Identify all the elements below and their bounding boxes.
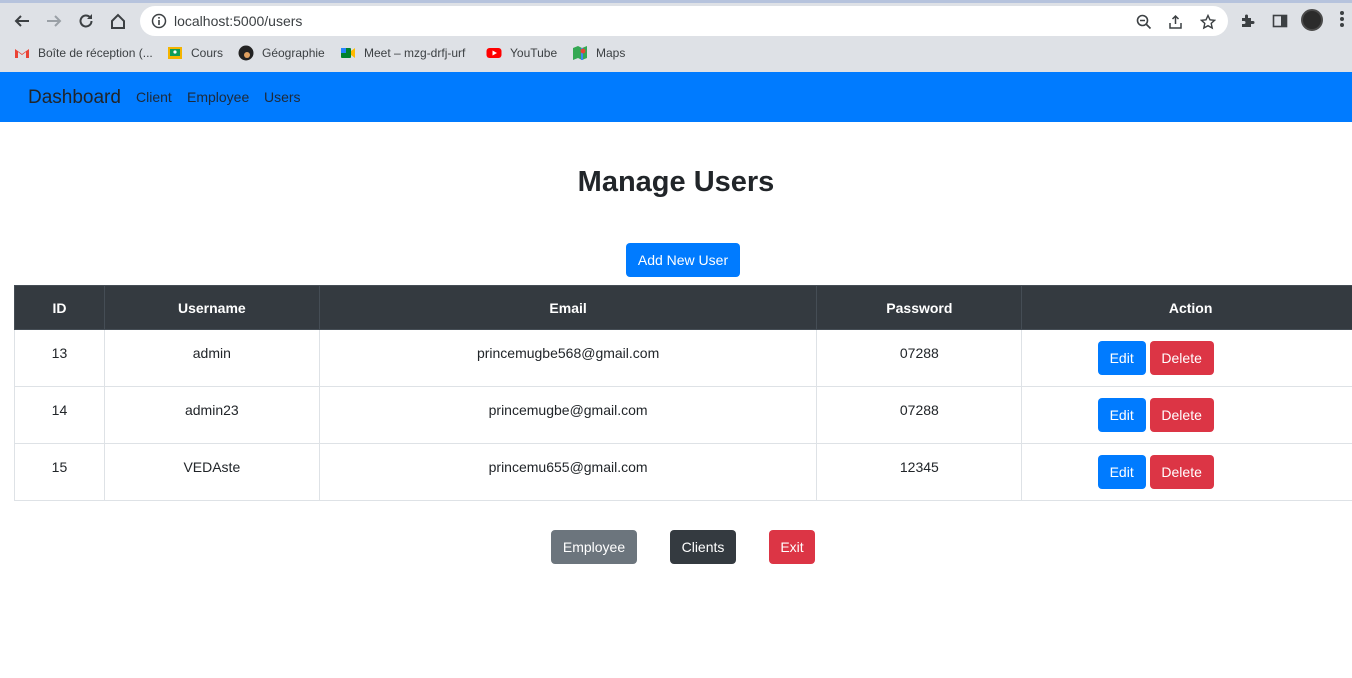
column-header-username: Username (103, 285, 320, 330)
bookmark-youtube[interactable]: YouTube (486, 44, 557, 62)
bookmark-label: Maps (596, 46, 626, 60)
window-accent (0, 0, 1352, 3)
url-text: localhost:5000/users (174, 13, 303, 29)
cell-username: admin23 (103, 386, 320, 444)
cell-email: princemugbe568@gmail.com (318, 329, 818, 387)
bookmark-meet[interactable]: Meet – mzg-drfj-urf (340, 44, 465, 62)
cell-id: 15 (14, 443, 105, 501)
bookmark-label: YouTube (510, 46, 558, 60)
table-row: 13 admin princemugbe568@gmail.com 07288 … (14, 329, 1352, 387)
cell-actions: Edit Delete (1021, 386, 1352, 444)
back-icon[interactable] (9, 8, 35, 34)
bookmark-label: Meet – mzg-drfj-urf (364, 46, 466, 60)
classroom-icon (167, 45, 183, 61)
cell-username: admin (103, 329, 320, 387)
cell-id: 13 (14, 329, 105, 387)
bookmark-label: Géographie (262, 46, 325, 60)
edit-button[interactable]: Edit (1097, 341, 1146, 375)
browser-chrome: localhost:5000/users Boîte de réception … (0, 0, 1352, 72)
nav-link-client[interactable]: Client (136, 89, 172, 105)
delete-button[interactable]: Delete (1149, 455, 1214, 489)
bookmark-gmail[interactable]: Boîte de réception (... (14, 44, 153, 62)
site-info-icon[interactable] (151, 13, 167, 34)
bookmark-maps[interactable]: Maps (572, 44, 625, 62)
app-navbar: Dashboard Client Employee Users (0, 72, 1352, 122)
cell-password: 07288 (816, 386, 1023, 444)
column-header-email: Email (318, 285, 818, 330)
nav-link-employee[interactable]: Employee (187, 89, 249, 105)
side-panel-icon[interactable] (1269, 10, 1291, 32)
share-icon[interactable] (1166, 12, 1186, 32)
address-bar[interactable]: localhost:5000/users (140, 6, 1228, 36)
cell-username: VEDAste (103, 443, 320, 501)
navbar-brand[interactable]: Dashboard (28, 87, 121, 109)
reload-icon[interactable] (73, 8, 99, 34)
column-header-id: ID (14, 285, 105, 330)
youtube-icon (486, 45, 502, 61)
bookmark-label: Boîte de réception (... (38, 46, 153, 60)
delete-button[interactable]: Delete (1149, 341, 1214, 375)
profile-avatar[interactable] (1301, 9, 1323, 31)
edit-button[interactable]: Edit (1097, 455, 1146, 489)
bookmark-label: Cours (191, 46, 224, 60)
zoom-icon[interactable] (1134, 12, 1154, 32)
edit-button[interactable]: Edit (1097, 398, 1146, 432)
gmail-icon (14, 45, 30, 61)
page-title: Manage Users (577, 166, 775, 198)
delete-button[interactable]: Delete (1149, 398, 1214, 432)
cell-id: 14 (14, 386, 105, 444)
nav-link-users[interactable]: Users (264, 89, 301, 105)
table-header-row: ID Username Email Password Action (14, 285, 1352, 330)
forward-icon[interactable] (41, 8, 67, 34)
users-table: ID Username Email Password Action 13 adm… (14, 285, 1352, 501)
bookmark-geographie[interactable]: Géographie (238, 44, 325, 62)
exit-button[interactable]: Exit (769, 530, 815, 564)
maps-icon (572, 45, 588, 61)
cell-password: 12345 (816, 443, 1023, 501)
cell-email: princemu655@gmail.com (318, 443, 818, 501)
bookmarks-bar: Boîte de réception (... Cours Géographie… (0, 42, 1352, 64)
employee-button[interactable]: Employee (551, 530, 637, 564)
column-header-password: Password (816, 285, 1023, 330)
cell-password: 07288 (816, 329, 1023, 387)
bookmark-cours[interactable]: Cours (167, 44, 223, 62)
browser-menu-icon[interactable] (1337, 11, 1347, 31)
meet-icon (340, 45, 356, 61)
cell-actions: Edit Delete (1021, 443, 1352, 501)
cell-email: princemugbe@gmail.com (318, 386, 818, 444)
column-header-action: Action (1021, 285, 1352, 330)
home-icon[interactable] (105, 8, 131, 34)
clients-button[interactable]: Clients (670, 530, 736, 564)
table-row: 15 VEDAste princemu655@gmail.com 12345 E… (14, 443, 1352, 501)
avatar-icon (238, 45, 254, 61)
bookmark-star-icon[interactable] (1198, 12, 1218, 32)
add-new-user-button[interactable]: Add New User (626, 243, 740, 277)
cell-actions: Edit Delete (1021, 329, 1352, 387)
extensions-icon[interactable] (1237, 10, 1259, 32)
table-row: 14 admin23 princemugbe@gmail.com 07288 E… (14, 386, 1352, 444)
